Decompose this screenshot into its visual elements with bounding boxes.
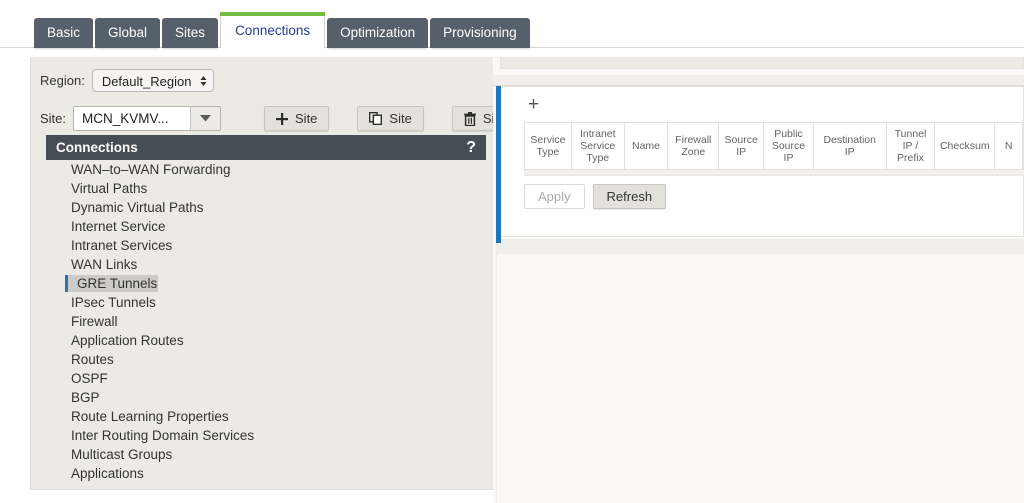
tab-connections[interactable]: Connections <box>220 12 326 48</box>
sidebar-item-label: Intranet Services <box>71 238 173 253</box>
sidebar-item-label: WAN–to–WAN Forwarding <box>71 162 231 177</box>
sidebar-item-application-routes[interactable]: Application Routes <box>46 331 486 350</box>
sidebar-item-label: Internet Service <box>71 219 166 234</box>
tab-bar: Basic Global Sites Connections Optimization P… <box>0 0 1024 48</box>
sidebar-item-label: OSPF <box>71 371 108 386</box>
sidebar-item-label: IPsec Tunnels <box>71 295 156 310</box>
sidebar-item-label: GRE Tunnels <box>77 276 158 291</box>
sidebar-item-ospf[interactable]: OSPF <box>46 369 486 388</box>
tab-label: Connections <box>235 23 311 38</box>
tab-label: Sites <box>175 25 206 40</box>
sidebar-item-label: Virtual Paths <box>71 181 148 196</box>
scrollbar-accent-tick <box>496 235 501 243</box>
right-lower-area <box>496 254 1024 503</box>
column-header[interactable]: Public Source IP <box>763 122 814 170</box>
sidebar-item-inter-routing-domain-services[interactable]: Inter Routing Domain Services <box>46 426 486 445</box>
tab-label: Optimization <box>340 25 416 40</box>
sidebar-item-label: BGP <box>71 390 100 405</box>
tab-provisioning[interactable]: Provisioning <box>430 18 530 48</box>
column-header[interactable]: Tunnel IP / Prefix <box>885 122 936 170</box>
sidebar-item-multicast-groups[interactable]: Multicast Groups <box>46 445 486 464</box>
sidebar-item-label: Inter Routing Domain Services <box>71 428 255 443</box>
sidebar-item-applications[interactable]: Applications <box>46 464 486 483</box>
column-header[interactable]: Firewall Zone <box>667 122 720 170</box>
clone-site-button[interactable]: Site <box>357 106 424 131</box>
table-body-empty <box>524 170 1024 176</box>
right-top-strip <box>500 57 1024 69</box>
sidebar-item-label: Routes <box>71 352 114 367</box>
sidebar-item-route-learning-properties[interactable]: Route Learning Properties <box>46 407 486 426</box>
sidebar-item-internet-service[interactable]: Internet Service <box>46 217 486 236</box>
sidebar-item-routes[interactable]: Routes <box>46 350 486 369</box>
sidebar-item-bgp[interactable]: BGP <box>46 388 486 407</box>
panel-title: Connections <box>56 140 138 155</box>
left-config-panel: Region: Default_Region Site: MCN_KVMV... <box>30 57 518 490</box>
updown-arrows-icon <box>200 75 207 87</box>
tab-global[interactable]: Global <box>95 18 161 48</box>
tab-sites[interactable]: Sites <box>162 18 219 48</box>
column-header[interactable]: Service Type <box>524 122 572 170</box>
connections-nav-list: WAN–to–WAN Forwarding Virtual Paths Dynami… <box>46 160 486 483</box>
tab-label: Basic <box>47 25 81 40</box>
sidebar-item-wan-links[interactable]: WAN Links <box>46 255 486 274</box>
sidebar-item-ipsec-tunnels[interactable]: IPsec Tunnels <box>46 293 486 312</box>
region-row: Region: Default_Region <box>40 69 215 92</box>
plus-icon <box>276 112 289 125</box>
horizontal-scrollbar-track[interactable] <box>496 239 1024 433</box>
site-input[interactable]: MCN_KVMV... <box>74 107 191 130</box>
site-label: Site: <box>40 111 67 126</box>
gre-tunnels-table: Service Type Intranet Service Type Name Firewa… <box>524 122 1023 170</box>
sidebar-item-label: Route Learning Properties <box>71 409 229 424</box>
site-dropdown-arrow-icon[interactable] <box>190 107 221 130</box>
active-tab-indicator <box>220 12 326 16</box>
table-action-buttons: Apply Refresh <box>524 184 667 209</box>
right-secondary-strip <box>493 75 1024 86</box>
panel-accent-bar <box>496 86 501 237</box>
clone-site-label: Site <box>389 111 412 126</box>
add-site-label: Site <box>295 111 318 126</box>
table-header-row: Service Type Intranet Service Type Name Firewa… <box>524 122 1023 170</box>
right-content-panel: + Service Type Intranet Service Type Name Fire… <box>493 57 1024 503</box>
site-row: Site: MCN_KVMV... Site Site <box>40 106 518 131</box>
help-icon[interactable]: ? <box>466 139 476 156</box>
sidebar-item-dynamic-virtual-paths[interactable]: Dynamic Virtual Paths <box>46 198 486 217</box>
refresh-button[interactable]: Refresh <box>592 184 667 209</box>
sidebar-item-label: Application Routes <box>71 333 184 348</box>
copy-icon <box>369 112 383 125</box>
site-combobox[interactable]: MCN_KVMV... <box>73 106 222 131</box>
add-row-button[interactable]: + <box>528 95 539 114</box>
add-site-button[interactable]: Site <box>264 106 330 131</box>
region-label: Region: <box>40 73 85 88</box>
apply-button[interactable]: Apply <box>524 184 585 209</box>
tab-list: Basic Global Sites Connections Optimization P… <box>34 11 532 48</box>
tab-label: Provisioning <box>443 25 517 40</box>
sidebar-item-virtual-paths[interactable]: Virtual Paths <box>46 179 486 198</box>
tab-basic[interactable]: Basic <box>34 18 94 48</box>
sidebar-item-firewall[interactable]: Firewall <box>46 312 486 331</box>
trash-icon <box>464 111 476 126</box>
sidebar-item-intranet-services[interactable]: Intranet Services <box>46 236 486 255</box>
column-header[interactable]: Name <box>623 122 669 170</box>
region-select[interactable]: Default_Region <box>91 69 215 92</box>
column-header[interactable]: N <box>994 122 1023 170</box>
column-header[interactable]: Checksum <box>934 122 996 170</box>
column-header[interactable]: Source IP <box>718 122 765 170</box>
connections-panel-header: Connections ? <box>46 135 486 160</box>
sidebar-item-label: Dynamic Virtual Paths <box>71 200 204 215</box>
sidebar-item-label: WAN Links <box>71 257 138 272</box>
region-value: Default_Region <box>101 74 192 89</box>
column-header[interactable]: Intranet Service Type <box>570 122 625 170</box>
sidebar-item-label: Firewall <box>71 314 118 329</box>
sidebar-item-gre-tunnels[interactable]: GRE Tunnels <box>46 274 486 293</box>
sidebar-item-label: Applications <box>71 466 144 481</box>
sidebar-item-label: Multicast Groups <box>71 447 173 462</box>
column-header[interactable]: Destination IP <box>812 122 887 170</box>
tab-label: Global <box>108 25 148 40</box>
gre-tunnels-table-card: + Service Type Intranet Service Type Name Fire… <box>496 86 1024 237</box>
sidebar-item-wan-to-wan-forwarding[interactable]: WAN–to–WAN Forwarding <box>46 160 486 179</box>
tab-optimization[interactable]: Optimization <box>327 18 429 48</box>
selection-indicator-bar <box>65 275 68 292</box>
